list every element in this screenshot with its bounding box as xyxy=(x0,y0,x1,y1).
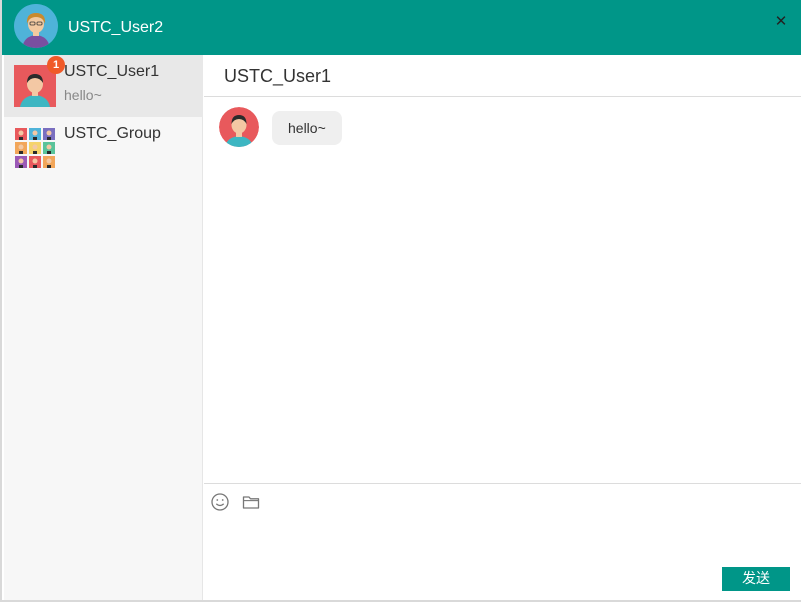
send-button[interactable]: 发送 xyxy=(722,567,790,591)
contact-last-message: hello~ xyxy=(64,87,102,103)
male-user-avatar-icon[interactable] xyxy=(219,107,259,147)
message-bubble: hello~ xyxy=(272,111,342,145)
chat-header: USTC_User1 xyxy=(204,55,801,97)
message-input[interactable] xyxy=(214,516,791,560)
folder-icon[interactable] xyxy=(241,492,261,512)
group-avatar-icon xyxy=(14,127,56,169)
composer: 发送 xyxy=(204,483,801,600)
chat-window: USTC_User2 ✕ 1 USTC_User1 hello~ USTC_Gr… xyxy=(0,0,801,602)
close-icon[interactable]: ✕ xyxy=(773,14,789,30)
current-user-name: USTC_User2 xyxy=(68,19,164,36)
contact-item-ustc-group[interactable]: USTC_Group xyxy=(4,117,203,179)
chat-title: USTC_User1 xyxy=(224,66,332,86)
title-bar: USTC_User2 ✕ xyxy=(2,0,801,55)
contact-list: 1 USTC_User1 hello~ USTC_Group xyxy=(4,55,203,600)
unread-count-badge: 1 xyxy=(47,56,65,74)
smiley-icon[interactable] xyxy=(210,492,230,512)
female-user-avatar-icon[interactable] xyxy=(14,4,58,48)
contact-item-ustc-user1[interactable]: 1 USTC_User1 hello~ xyxy=(4,55,203,117)
message-list: hello~ xyxy=(204,97,801,483)
contact-name: USTC_User1 xyxy=(64,63,160,80)
contact-name: USTC_Group xyxy=(64,125,161,142)
